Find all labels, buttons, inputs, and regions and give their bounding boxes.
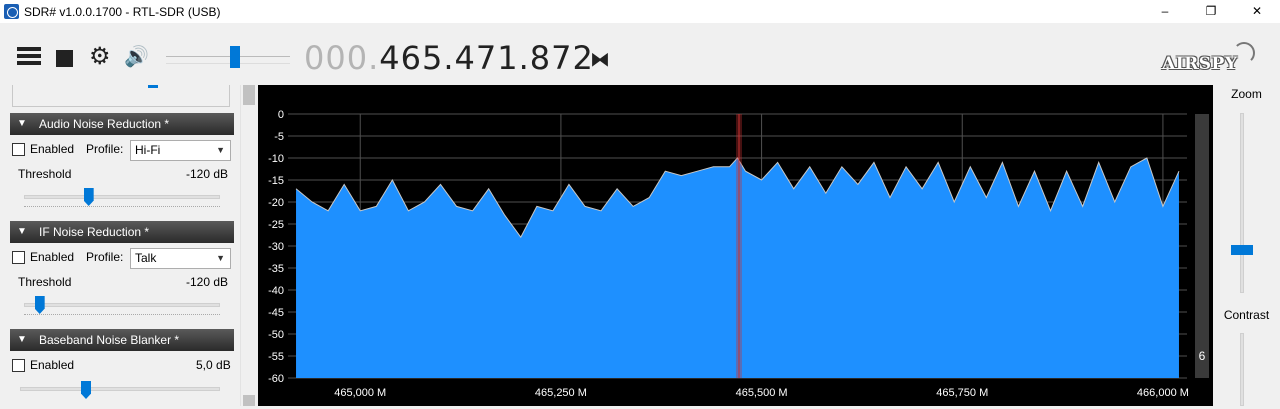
if-nr-threshold-value: -120 dB <box>186 275 229 289</box>
select-value: Hi-Fi <box>135 143 161 157</box>
chevron-down-icon: ▼ <box>216 253 225 263</box>
gear-icon[interactable]: ⚙ <box>89 45 111 69</box>
y-tick-label: -20 <box>268 197 284 209</box>
menu-icon[interactable] <box>17 47 41 68</box>
volume-slider-track[interactable] <box>166 56 290 57</box>
previous-section-tail <box>12 85 230 107</box>
slider-ticks <box>24 314 220 315</box>
stop-icon[interactable] <box>56 50 73 67</box>
level-meter <box>1195 114 1209 378</box>
zoom-slider[interactable] <box>1240 113 1244 293</box>
left-panel: ▼ Audio Noise Reduction * Enabled Profil… <box>0 85 256 406</box>
window-title: SDR# v1.0.0.1700 - RTL-SDR (USB) <box>24 5 221 19</box>
y-tick-label: -5 <box>274 131 284 143</box>
frequency-prefix: 000. <box>304 39 380 77</box>
y-tick-label: -15 <box>268 175 284 187</box>
audio-nr-profile-select[interactable]: Hi-Fi ▼ <box>130 140 231 161</box>
audio-nr-enabled-label: Enabled <box>30 142 75 156</box>
if-nr-threshold-label: Threshold <box>18 275 72 289</box>
minimize-button[interactable]: – <box>1142 0 1188 23</box>
audio-noise-reduction-header[interactable]: ▼ Audio Noise Reduction * <box>10 113 234 135</box>
y-tick-label: -45 <box>268 307 284 319</box>
title-bar: SDR# v1.0.0.1700 - RTL-SDR (USB) – ❐ ✕ <box>0 0 1280 23</box>
level-meter-value: 6 <box>1199 349 1206 363</box>
collapse-icon: ▼ <box>17 334 27 345</box>
y-tick-label: -40 <box>268 285 284 297</box>
if-nr-threshold-slider[interactable] <box>24 303 220 307</box>
volume-slider-ticks <box>166 63 290 64</box>
baseband-nb-enabled-label: Enabled <box>30 358 75 372</box>
scrollbar-thumb-lower[interactable] <box>243 395 255 406</box>
y-tick-label: -30 <box>268 241 284 253</box>
y-tick-label: 0 <box>278 109 284 121</box>
zoom-label: Zoom <box>1231 87 1262 101</box>
y-tick-label: -25 <box>268 219 284 231</box>
audio-nr-threshold-thumb[interactable] <box>83 188 94 206</box>
baseband-nb-thumb[interactable] <box>81 381 91 399</box>
speaker-icon[interactable]: 🔊 <box>124 47 149 67</box>
x-tick-label: 465,500 M <box>736 387 788 399</box>
maximize-button[interactable]: ❐ <box>1188 0 1234 23</box>
section-title: Audio Noise Reduction * <box>39 117 170 131</box>
y-tick-label: -35 <box>268 263 284 275</box>
y-tick-label: -55 <box>268 351 284 363</box>
baseband-nb-value: 5,0 dB <box>196 358 231 372</box>
if-noise-reduction-header[interactable]: ▼ IF Noise Reduction * <box>10 221 234 243</box>
audio-nr-threshold-label: Threshold <box>18 167 72 181</box>
x-tick-label: 465,250 M <box>535 387 587 399</box>
right-panel: Zoom Contrast <box>1213 85 1280 406</box>
volume-slider-thumb[interactable] <box>229 46 240 68</box>
chevron-down-icon: ▼ <box>216 145 225 155</box>
x-tick-label: 465,000 M <box>334 387 386 399</box>
y-tick-label: -10 <box>268 153 284 165</box>
if-nr-enabled-label: Enabled <box>30 250 75 264</box>
app-icon <box>4 4 19 19</box>
if-nr-profile-label: Profile: <box>86 250 124 264</box>
left-panel-scrollbar[interactable] <box>240 85 256 406</box>
frequency-display[interactable]: 000.465.471.872 <box>304 39 594 77</box>
frequency-value: 465.471.872 <box>379 39 594 77</box>
baseband-noise-blanker-header[interactable]: ▼ Baseband Noise Blanker * <box>10 329 234 351</box>
close-button[interactable]: ✕ <box>1234 0 1280 23</box>
x-tick-label: 466,000 M <box>1137 387 1189 399</box>
audio-nr-enabled-checkbox[interactable] <box>12 143 25 156</box>
audio-nr-threshold-value: -120 dB <box>186 167 229 181</box>
if-nr-enabled-checkbox[interactable] <box>12 251 25 264</box>
contrast-label: Contrast <box>1223 308 1270 322</box>
y-tick-label: -60 <box>268 373 284 385</box>
airspy-logo: AIRSPY <box>1162 54 1238 74</box>
zoom-slider-thumb[interactable] <box>1231 245 1253 255</box>
contrast-slider[interactable] <box>1240 333 1244 406</box>
section-title: Baseband Noise Blanker * <box>39 333 180 347</box>
collapse-icon: ▼ <box>17 226 27 237</box>
if-nr-threshold-thumb[interactable] <box>34 296 45 314</box>
previous-slider-mark <box>148 85 158 88</box>
x-tick-label: 465,750 M <box>936 387 988 399</box>
collapse-icon: ▼ <box>17 118 27 129</box>
spectrum-analyzer[interactable]: 0 -5 -10 -15 -20 -25 -30 -35 -40 -45 -50 -55 -60 465,… <box>258 85 1213 406</box>
baseband-nb-slider[interactable] <box>20 387 220 391</box>
audio-nr-profile-label: Profile: <box>86 142 124 156</box>
y-tick-label: -50 <box>268 329 284 341</box>
section-title: IF Noise Reduction * <box>39 225 150 239</box>
slider-ticks <box>24 206 220 207</box>
audio-nr-threshold-slider[interactable] <box>24 195 220 199</box>
if-nr-profile-select[interactable]: Talk ▼ <box>130 248 231 269</box>
scrollbar-thumb[interactable] <box>243 85 255 105</box>
select-value: Talk <box>135 251 157 265</box>
spectrum-chart[interactable]: 0 -5 -10 -15 -20 -25 -30 -35 -40 -45 -50 -55 -60 465,… <box>258 85 1213 406</box>
center-tune-icon[interactable]: ⧓ <box>590 47 610 72</box>
toolbar: ⚙ 🔊 000.465.471.872 ⧓ AIRSPY <box>0 23 1280 85</box>
baseband-nb-enabled-checkbox[interactable] <box>12 359 25 372</box>
